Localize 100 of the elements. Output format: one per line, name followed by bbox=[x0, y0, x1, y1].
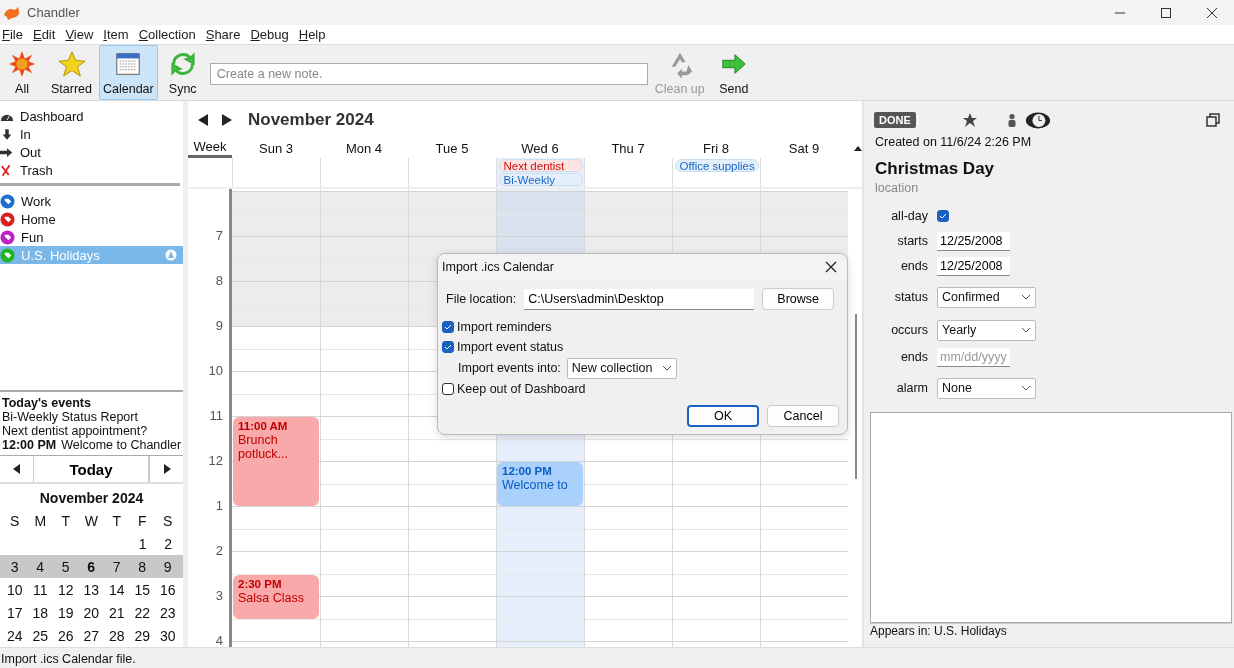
date-field[interactable]: 12/25/2008 bbox=[937, 231, 1010, 251]
file-location-field[interactable]: C:\Users\admin\Desktop bbox=[524, 288, 755, 310]
sidebar-item[interactable]: In bbox=[0, 125, 183, 143]
menu-item[interactable]: Item bbox=[101, 27, 137, 42]
all-day-slot[interactable]: Next dentist Bi-Weekly bbox=[496, 158, 584, 187]
date-field[interactable]: mm/dd/yyyy bbox=[937, 347, 1010, 367]
calendar-event[interactable]: 11:00 AM Brunch potluck... bbox=[233, 417, 319, 506]
calendar-day[interactable]: 19 bbox=[57, 604, 74, 621]
calendar-day[interactable]: 20 bbox=[83, 604, 100, 621]
dropdown[interactable]: Confirmed bbox=[937, 286, 1036, 308]
menu-item[interactable]: Collection bbox=[136, 27, 204, 42]
selected-week[interactable]: 3 4 5 6 7 8 9 bbox=[0, 555, 183, 578]
calendar-day[interactable]: 1 bbox=[138, 535, 147, 552]
day-header[interactable]: Thu 7 bbox=[584, 140, 672, 156]
calendar-event[interactable]: 2:30 PM Salsa Class bbox=[233, 574, 319, 619]
all-day-slot[interactable]: Office supplies bbox=[672, 158, 760, 187]
calendar-day[interactable]: 11 bbox=[32, 581, 48, 598]
calendar-day[interactable]: 6 bbox=[87, 558, 96, 575]
calendar-day[interactable]: 17 bbox=[6, 604, 23, 621]
sidebar-item[interactable]: Fun bbox=[0, 228, 183, 246]
menu-item[interactable]: File bbox=[0, 27, 31, 42]
notes-field[interactable] bbox=[870, 412, 1232, 623]
dialog-button[interactable]: OK bbox=[687, 405, 759, 427]
day-header[interactable]: Sun 3 bbox=[232, 140, 320, 156]
star-icon[interactable] bbox=[961, 112, 978, 128]
calendar-day[interactable]: 8 bbox=[138, 558, 147, 575]
calendar-day[interactable]: 27 bbox=[83, 627, 100, 644]
calendar-event[interactable]: 12:00 PM Welcome to bbox=[497, 462, 583, 506]
menu-item[interactable]: Debug bbox=[248, 27, 297, 42]
event-title[interactable]: Christmas Day bbox=[875, 159, 1232, 179]
toolbar-button[interactable]: Starred bbox=[47, 45, 96, 100]
scroll-up-icon[interactable] bbox=[854, 145, 862, 151]
done-badge[interactable]: DONE bbox=[874, 112, 916, 128]
sidebar-item[interactable]: Trash bbox=[0, 161, 183, 179]
calendar-day[interactable]: 4 bbox=[36, 558, 45, 575]
calendar-day[interactable]: 13 bbox=[83, 581, 100, 598]
menu-item[interactable]: View bbox=[63, 27, 102, 42]
calendar-day[interactable]: 5 bbox=[61, 558, 70, 575]
day-header[interactable]: Tue 5 bbox=[408, 140, 496, 156]
all-day-event[interactable]: Next dentist bbox=[498, 159, 583, 172]
previous-week-icon[interactable] bbox=[198, 113, 208, 126]
calendar-day[interactable]: 14 bbox=[108, 581, 125, 598]
calendar-day[interactable]: 7 bbox=[112, 558, 121, 575]
popout-icon[interactable] bbox=[1206, 113, 1220, 127]
dialog-button[interactable]: Cancel bbox=[767, 405, 839, 427]
all-day-event[interactable]: Bi-Weekly bbox=[498, 173, 583, 186]
calendar-day[interactable]: 16 bbox=[159, 581, 176, 598]
calendar-day[interactable]: 30 bbox=[159, 627, 176, 644]
sidebar-item[interactable]: Home bbox=[0, 210, 183, 228]
checkbox-label[interactable]: Keep out of Dashboard bbox=[457, 382, 586, 396]
scrollbar[interactable] bbox=[855, 314, 857, 479]
calendar-day[interactable]: 12 bbox=[57, 581, 74, 598]
calendar-day[interactable]: 25 bbox=[32, 627, 49, 644]
toolbar-button[interactable]: Calendar bbox=[99, 45, 158, 100]
event-title[interactable]: Next dentist appointment? bbox=[2, 424, 148, 438]
note-field[interactable]: Create a new note. bbox=[209, 63, 648, 85]
calendar-day[interactable]: 28 bbox=[108, 627, 125, 644]
browse-button[interactable]: Browse bbox=[762, 288, 835, 310]
dropdown[interactable]: None bbox=[937, 377, 1036, 399]
clock-icon[interactable] bbox=[1024, 111, 1051, 129]
calendar-day[interactable]: 10 bbox=[6, 581, 23, 598]
calendar-day[interactable]: 9 bbox=[163, 558, 172, 575]
calendar-day[interactable]: 23 bbox=[159, 604, 176, 621]
calendar-day[interactable]: 15 bbox=[134, 581, 151, 598]
day-header[interactable]: Wed 6 bbox=[496, 140, 584, 156]
checkbox-label[interactable]: Import reminders bbox=[457, 320, 552, 334]
all-day-event[interactable]: Office supplies bbox=[674, 159, 759, 172]
close-icon[interactable] bbox=[1206, 6, 1218, 19]
date-field[interactable]: 12/25/2008 bbox=[937, 256, 1010, 276]
menu-item[interactable]: Help bbox=[296, 27, 334, 42]
close-icon[interactable] bbox=[825, 261, 837, 273]
menu-item[interactable]: Edit bbox=[30, 27, 64, 42]
calendar-day[interactable]: 22 bbox=[134, 604, 151, 621]
sidebar-item[interactable]: Dashboard bbox=[0, 107, 183, 125]
toolbar-button[interactable]: All bbox=[0, 45, 44, 100]
dropdown[interactable]: New collection bbox=[566, 357, 677, 379]
checkbox[interactable] bbox=[442, 383, 454, 395]
calendar-day[interactable]: 29 bbox=[134, 627, 151, 644]
calendar-day[interactable]: 2 bbox=[164, 535, 173, 552]
menu-item[interactable]: Share bbox=[203, 27, 249, 42]
checkbox-label[interactable]: Import event status bbox=[457, 340, 564, 354]
next-week-icon[interactable] bbox=[222, 113, 232, 126]
week-tab[interactable]: Week bbox=[188, 138, 232, 158]
calendar-day[interactable]: 21 bbox=[108, 604, 125, 621]
day-header[interactable]: Mon 4 bbox=[320, 140, 408, 156]
sidebar-item[interactable]: Work bbox=[0, 192, 183, 210]
checkbox[interactable] bbox=[442, 341, 454, 353]
day-header[interactable]: Sat 9 bbox=[760, 140, 848, 156]
calendar-day[interactable]: 26 bbox=[57, 627, 74, 644]
toolbar-button[interactable]: Sync bbox=[160, 45, 205, 100]
calendar-day[interactable]: 3 bbox=[10, 558, 19, 575]
dropdown[interactable]: Yearly bbox=[937, 319, 1036, 341]
maximize-icon[interactable] bbox=[1160, 6, 1172, 19]
day-header[interactable]: Fri 8 bbox=[672, 140, 760, 156]
calendar-day[interactable]: 18 bbox=[32, 604, 49, 621]
event-title[interactable]: Welcome to Chandler bbox=[61, 438, 181, 452]
calendar-day[interactable]: 24 bbox=[6, 627, 23, 644]
event-title[interactable]: Bi-Weekly Status Report bbox=[2, 410, 138, 424]
sidebar-item[interactable]: Out bbox=[0, 143, 183, 161]
toolbar-button[interactable]: Send bbox=[711, 45, 756, 100]
